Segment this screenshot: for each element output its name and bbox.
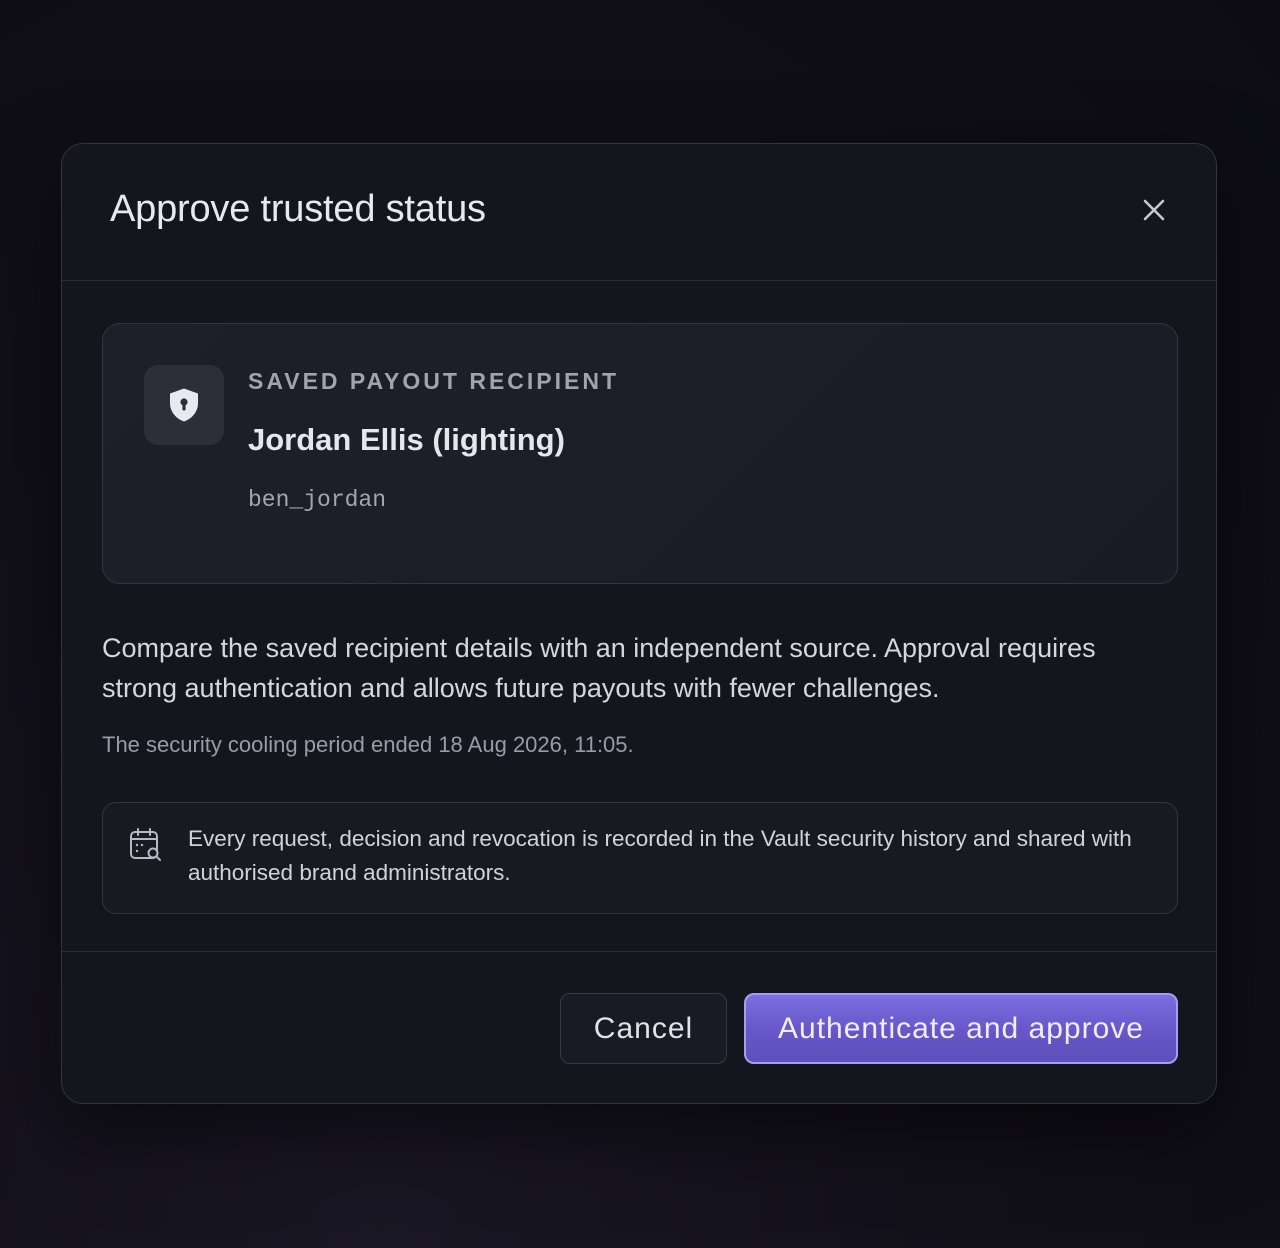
- cooling-period-note: The security cooling period ended 18 Aug…: [102, 732, 634, 757]
- close-button[interactable]: [1136, 192, 1172, 228]
- shield-lock-icon: [170, 388, 198, 422]
- audit-notice: Every request, decision and revocation i…: [102, 802, 1178, 914]
- dialog-body: SAVED PAYOUT RECIPIENT Jordan Ellis (lig…: [102, 323, 1178, 914]
- recipient-icon-badge: [144, 365, 224, 445]
- audit-notice-text: Every request, decision and revocation i…: [188, 826, 1132, 885]
- recipient-card: SAVED PAYOUT RECIPIENT Jordan Ellis (lig…: [102, 323, 1178, 584]
- approve-trusted-status-dialog: Approve trusted status SAVED PAYOUT RECI…: [61, 143, 1217, 1104]
- recipient-name: Jordan Ellis (lighting): [248, 422, 565, 457]
- dialog-header: Approve trusted status: [62, 144, 1216, 281]
- authenticate-approve-button[interactable]: Authenticate and approve: [744, 993, 1178, 1064]
- dialog-footer: Cancel Authenticate and approve: [62, 951, 1216, 1103]
- approval-description: Compare the saved recipient details with…: [102, 633, 1096, 703]
- recipient-handle: ben_jordan: [248, 487, 387, 513]
- recipient-kicker: SAVED PAYOUT RECIPIENT: [248, 368, 620, 394]
- dialog-title: Approve trusted status: [110, 188, 486, 230]
- cancel-button[interactable]: Cancel: [560, 993, 727, 1064]
- calendar-search-icon: [130, 828, 161, 861]
- close-icon: [1143, 199, 1165, 221]
